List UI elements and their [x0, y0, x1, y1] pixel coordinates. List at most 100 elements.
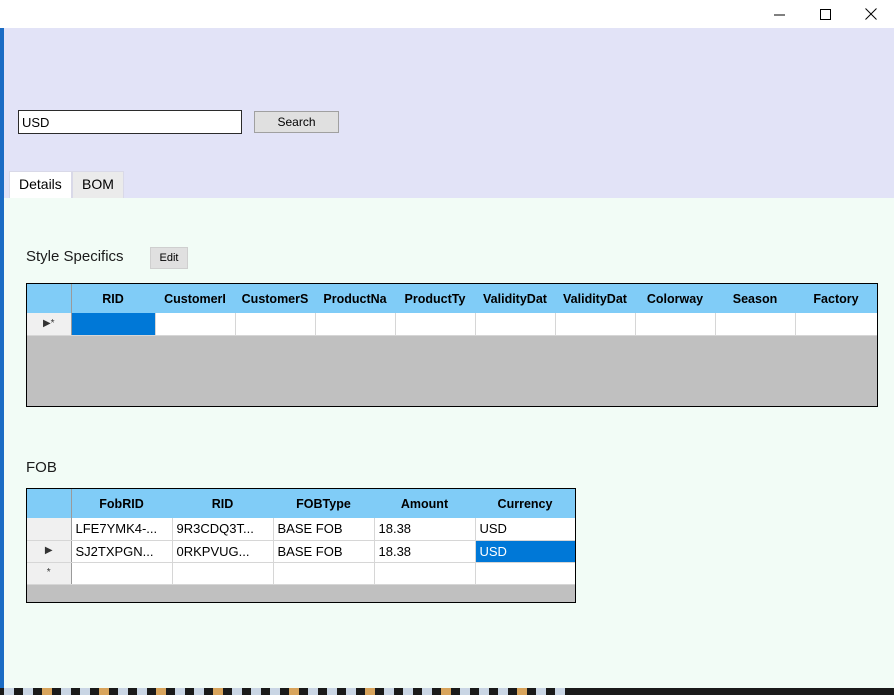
row-selector-cell[interactable] — [27, 518, 72, 541]
taskbar-item[interactable] — [403, 688, 413, 695]
taskbar-item[interactable] — [213, 688, 223, 695]
cell-fobrid[interactable]: SJ2TXPGN... — [71, 540, 173, 563]
close-button[interactable] — [848, 0, 894, 28]
style-grid-header-factory[interactable]: Factory — [795, 284, 877, 313]
style-grid-header-row: RID CustomerI CustomerS ProductNa Produc… — [27, 284, 877, 313]
cell-rid[interactable]: 9R3CDQ3T... — [172, 518, 274, 541]
style-specifics-grid[interactable]: RID CustomerI CustomerS ProductNa Produc… — [26, 283, 878, 407]
taskbar-item[interactable] — [137, 688, 147, 695]
style-grid-header-rid[interactable]: RID — [71, 284, 156, 313]
taskbar-item[interactable] — [4, 688, 14, 695]
taskbar-item[interactable] — [308, 688, 318, 695]
taskbar-item[interactable] — [422, 688, 432, 695]
cell-amount[interactable]: 18.38 — [374, 518, 476, 541]
style-grid-header-producttype[interactable]: ProductTy — [395, 284, 476, 313]
table-row[interactable]: ▶ SJ2TXPGN... 0RKPVUG... BASE FOB 18.38 … — [27, 540, 575, 563]
taskbar-item[interactable] — [232, 688, 242, 695]
fob-grid-header-currency[interactable]: Currency — [475, 489, 575, 518]
cell-fobtype[interactable] — [273, 562, 375, 585]
cell-customeri[interactable] — [155, 313, 236, 336]
style-grid-header-season[interactable]: Season — [715, 284, 796, 313]
maximize-icon — [819, 8, 831, 20]
fob-grid[interactable]: FobRID RID FOBType Amount Currency LFE7Y… — [26, 488, 576, 603]
maximize-button[interactable] — [802, 0, 848, 28]
fob-grid-header-rid[interactable]: RID — [172, 489, 274, 518]
style-grid-header-validitydate-from[interactable]: ValidityDat — [475, 284, 556, 313]
style-grid-header-customeri[interactable]: CustomerI — [155, 284, 236, 313]
taskbar-item[interactable] — [118, 688, 128, 695]
taskbar-item[interactable] — [251, 688, 261, 695]
taskbar-item[interactable] — [23, 688, 33, 695]
cell-validitydate-from[interactable] — [475, 313, 556, 336]
edit-button[interactable]: Edit — [150, 247, 188, 269]
title-bar — [0, 0, 894, 28]
cell-currency[interactable] — [475, 562, 575, 585]
style-grid-header-customers[interactable]: CustomerS — [235, 284, 316, 313]
cell-amount[interactable] — [374, 562, 476, 585]
fob-grid-body: LFE7YMK4-... 9R3CDQ3T... BASE FOB 18.38 … — [27, 518, 575, 585]
taskbar-item[interactable] — [270, 688, 280, 695]
cell-currency[interactable]: USD — [475, 518, 575, 541]
taskbar-item[interactable] — [156, 688, 166, 695]
taskbar-item[interactable] — [289, 688, 299, 695]
search-button[interactable]: Search — [254, 111, 339, 133]
taskbar-item[interactable] — [194, 688, 204, 695]
tab-details[interactable]: Details — [9, 171, 72, 198]
row-selector-cell[interactable]: * — [27, 562, 72, 585]
row-selector-cell[interactable]: ▶* — [27, 313, 72, 336]
taskbar-item[interactable] — [555, 688, 565, 695]
cell-currency[interactable]: USD — [475, 540, 575, 563]
search-input[interactable] — [18, 110, 242, 134]
taskbar-item[interactable] — [61, 688, 71, 695]
taskbar-item[interactable] — [441, 688, 451, 695]
cell-factory[interactable] — [795, 313, 877, 336]
cell-validitydate-to[interactable] — [555, 313, 636, 336]
taskbar-item[interactable] — [365, 688, 375, 695]
taskbar-item[interactable] — [80, 688, 90, 695]
cell-fobrid[interactable] — [71, 562, 173, 585]
cell-fobtype[interactable]: BASE FOB — [273, 518, 375, 541]
fob-grid-header-fobrid[interactable]: FobRID — [71, 489, 173, 518]
style-grid-empty-area — [27, 335, 877, 400]
tab-bom[interactable]: BOM — [72, 171, 124, 198]
taskbar-item[interactable] — [460, 688, 470, 695]
taskbar-item[interactable] — [517, 688, 527, 695]
table-row[interactable]: LFE7YMK4-... 9R3CDQ3T... BASE FOB 18.38 … — [27, 518, 575, 541]
cell-colorway[interactable] — [635, 313, 716, 336]
minimize-button[interactable] — [756, 0, 802, 28]
fob-title: FOB — [26, 459, 57, 476]
cell-productname[interactable] — [315, 313, 396, 336]
taskbar-item[interactable] — [175, 688, 185, 695]
taskbar-item[interactable] — [42, 688, 52, 695]
cell-rid[interactable]: 0RKPVUG... — [172, 540, 274, 563]
table-row[interactable]: * — [27, 562, 575, 585]
cell-amount[interactable]: 18.38 — [374, 540, 476, 563]
cell-customers[interactable] — [235, 313, 316, 336]
style-grid-header-productname[interactable]: ProductNa — [315, 284, 396, 313]
minimize-icon — [773, 9, 785, 20]
taskbar-item[interactable] — [99, 688, 109, 695]
row-selector-cell[interactable]: ▶ — [27, 540, 72, 563]
new-row-indicator-icon: * — [46, 567, 51, 578]
cell-rid[interactable] — [71, 313, 156, 336]
table-row[interactable]: ▶* — [27, 313, 877, 336]
style-specifics-title: Style Specifics — [26, 248, 124, 265]
taskbar-item[interactable] — [384, 688, 394, 695]
taskbar-item[interactable] — [536, 688, 546, 695]
taskbar-item[interactable] — [498, 688, 508, 695]
fob-grid-header-amount[interactable]: Amount — [374, 489, 476, 518]
fob-grid-header-row: FobRID RID FOBType Amount Currency — [27, 489, 575, 518]
cell-producttype[interactable] — [395, 313, 476, 336]
style-grid-header-validitydate-to[interactable]: ValidityDat — [555, 284, 636, 313]
current-row-arrow-icon: ▶ — [44, 545, 53, 556]
fob-grid-header-fobtype[interactable]: FOBType — [273, 489, 375, 518]
cell-fobrid[interactable]: LFE7YMK4-... — [71, 518, 173, 541]
cell-fobtype[interactable]: BASE FOB — [273, 540, 375, 563]
taskbar-item[interactable] — [346, 688, 356, 695]
close-icon — [865, 8, 877, 20]
taskbar-item[interactable] — [479, 688, 489, 695]
cell-rid[interactable] — [172, 562, 274, 585]
taskbar-item[interactable] — [327, 688, 337, 695]
cell-season[interactable] — [715, 313, 796, 336]
style-grid-header-colorway[interactable]: Colorway — [635, 284, 716, 313]
